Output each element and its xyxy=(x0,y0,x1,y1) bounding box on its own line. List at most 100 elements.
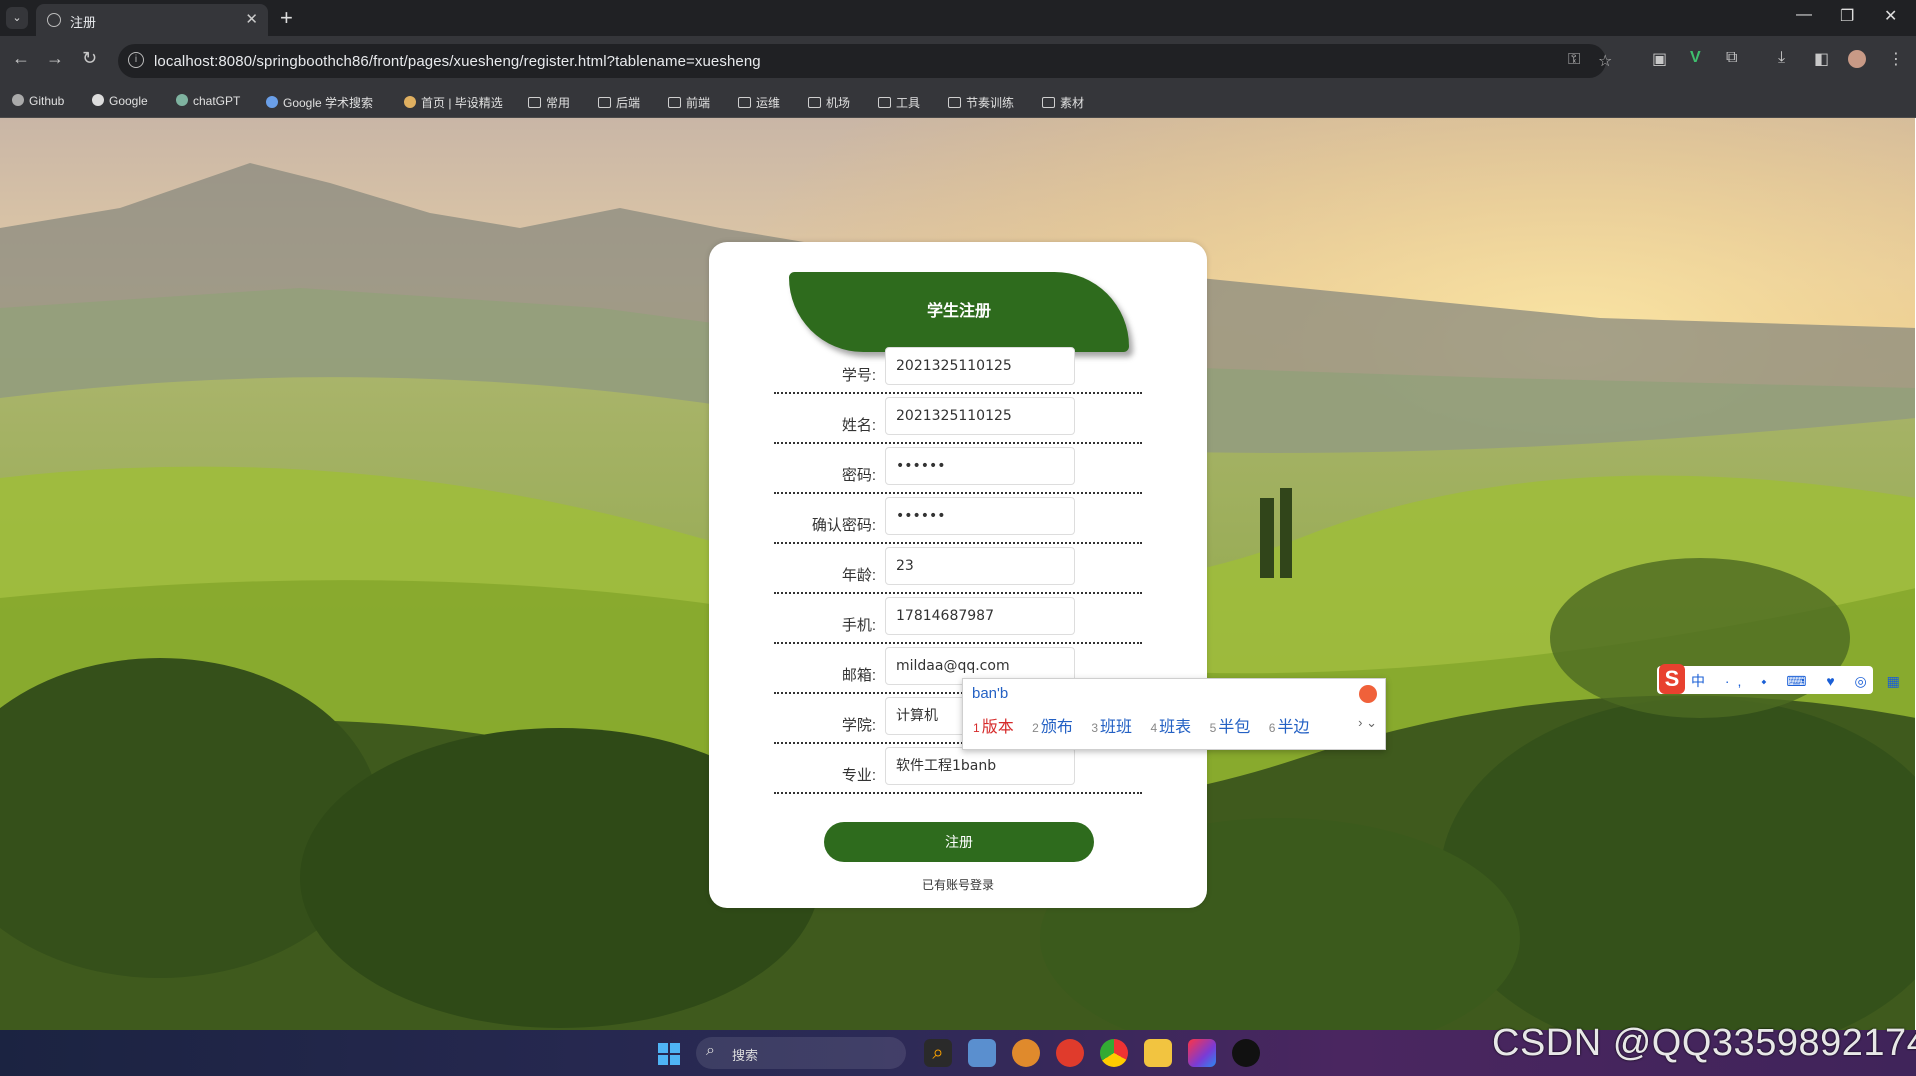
browser-toolbar: ← → ↻ i localhost:8080/springboothch86/f… xyxy=(0,36,1916,86)
github-icon xyxy=(12,94,24,106)
field-label: 学院: xyxy=(841,717,876,734)
ime-skin-icon[interactable] xyxy=(1359,685,1377,703)
field-password: 密码: •••••• xyxy=(774,444,1142,494)
ime-candidate[interactable]: 4 班表 xyxy=(1150,719,1191,736)
intellij-icon[interactable] xyxy=(1188,1039,1216,1067)
bookmark-folder-common[interactable]: 常用 xyxy=(528,94,570,111)
file-explorer-icon[interactable] xyxy=(1144,1039,1172,1067)
vue-devtools-icon[interactable]: V xyxy=(1690,49,1701,67)
app-icon[interactable] xyxy=(1012,1039,1040,1067)
ime-candidate[interactable]: 3 班班 xyxy=(1091,719,1132,736)
search-icon: ⌕ xyxy=(706,1042,715,1059)
sogou-logo-icon[interactable]: S xyxy=(1659,664,1685,694)
bookmark-folder-backend[interactable]: 后端 xyxy=(598,94,640,111)
major-input[interactable]: 软件工程1banb xyxy=(885,747,1075,785)
sidepanel-icon[interactable]: ◧ xyxy=(1814,49,1829,69)
ime-composition: ban'b xyxy=(972,685,1009,702)
ime-candidate-window: ban'b 1 版本 2 颁布 3 班班 4 班表 5 半包 6 半边 › ⌄ xyxy=(962,678,1386,750)
csdn-watermark: CSDN @QQ3359892174 xyxy=(1492,1022,1916,1064)
key-icon[interactable]: ⚿ xyxy=(1568,51,1580,69)
field-label: 手机: xyxy=(841,617,876,634)
bookmark-google[interactable]: Google xyxy=(92,94,148,108)
folder-icon xyxy=(528,97,541,108)
bookmark-folder-frontend[interactable]: 前端 xyxy=(668,94,710,111)
folder-icon xyxy=(878,97,891,108)
bookmark-scholar[interactable]: Google 学术搜索 xyxy=(266,94,373,111)
field-label: 年龄: xyxy=(841,567,876,584)
download-icon[interactable]: ⤓ xyxy=(1778,49,1785,67)
bookmark-chatgpt[interactable]: chatGPT xyxy=(176,94,240,108)
address-bar[interactable]: i localhost:8080/springboothch86/front/p… xyxy=(118,44,1612,78)
close-icon[interactable]: ✕ xyxy=(245,10,258,28)
age-input[interactable]: 23 xyxy=(885,547,1075,585)
ime-candidate[interactable]: 5 半包 xyxy=(1210,719,1251,736)
field-confirm-password: 确认密码: •••••• xyxy=(774,494,1142,544)
ime-candidates: 1 版本 2 颁布 3 班班 4 班表 5 半包 6 半边 xyxy=(973,713,1323,737)
folder-icon xyxy=(668,97,681,108)
tab-search-icon[interactable]: ⌄ xyxy=(6,7,28,29)
login-link[interactable]: 已有账号登录 xyxy=(709,876,1207,893)
student-id-input[interactable]: 2021325110125 xyxy=(885,347,1075,385)
avatar[interactable] xyxy=(1848,50,1866,68)
folder-icon xyxy=(738,97,751,108)
everything-search-icon[interactable]: ⌕ xyxy=(924,1039,952,1067)
back-icon[interactable]: ← xyxy=(12,48,30,69)
bookmark-folder-rhythm[interactable]: 节奏训练 xyxy=(948,94,1014,111)
field-label: 密码: xyxy=(841,467,876,484)
name-input[interactable]: 2021325110125 xyxy=(885,397,1075,435)
extension-icon[interactable]: ▣ xyxy=(1652,49,1667,69)
bookmark-bishe[interactable]: 首页 | 毕设精选 xyxy=(404,94,503,111)
field-label: 姓名: xyxy=(841,417,876,434)
restore-icon[interactable]: ❐ xyxy=(1840,6,1854,26)
windows-start-icon[interactable] xyxy=(658,1043,680,1065)
taskbar-search-placeholder: 搜索 xyxy=(732,1048,759,1063)
password-input[interactable]: •••••• xyxy=(885,447,1075,485)
field-major: 专业: 软件工程1banb xyxy=(774,744,1142,794)
new-tab-icon[interactable]: + xyxy=(280,5,293,31)
ime-candidate[interactable]: 1 版本 xyxy=(973,719,1014,736)
chrome-icon[interactable] xyxy=(1100,1039,1128,1067)
field-label: 专业: xyxy=(841,767,876,784)
confirm-password-input[interactable]: •••••• xyxy=(885,497,1075,535)
field-phone: 手机: 17814687987 xyxy=(774,594,1142,644)
taskbar-search[interactable]: ⌕ 搜索 xyxy=(696,1037,906,1069)
tab-register[interactable]: 注册 ✕ xyxy=(36,4,268,36)
globe-icon xyxy=(47,13,61,27)
star-icon[interactable]: ☆ xyxy=(1598,51,1612,71)
ime-toolbar[interactable]: S 中 ·, ⬩ ⌨ ♥ ◎ ▦ ⚙ xyxy=(1657,664,1916,694)
minimize-icon[interactable]: — xyxy=(1796,6,1812,24)
field-label: 确认密码: xyxy=(811,517,876,534)
page-viewport: 学生注册 学号: 2021325110125 姓名: 2021325110125… xyxy=(0,118,1916,1030)
bookmark-github[interactable]: Github xyxy=(12,94,64,108)
reload-icon[interactable]: ↻ xyxy=(82,48,97,69)
close-window-icon[interactable]: ✕ xyxy=(1884,6,1897,26)
ime-candidate[interactable]: 2 颁布 xyxy=(1032,719,1073,736)
bookmark-folder-ops[interactable]: 运维 xyxy=(738,94,780,111)
chevron-right-icon[interactable]: › ⌄ xyxy=(1358,715,1377,731)
bookmark-folder-airport[interactable]: 机场 xyxy=(808,94,850,111)
scholar-icon xyxy=(266,96,278,108)
ime-candidate[interactable]: 6 半边 xyxy=(1269,719,1310,736)
register-card: 学生注册 学号: 2021325110125 姓名: 2021325110125… xyxy=(709,242,1207,908)
tab-bar: ⌄ 注册 ✕ + — ❐ ✕ xyxy=(0,0,1916,36)
bookmark-folder-material[interactable]: 素材 xyxy=(1042,94,1084,111)
app-icon-red[interactable] xyxy=(1056,1039,1084,1067)
url-text[interactable]: localhost:8080/springboothch86/front/pag… xyxy=(154,53,761,70)
site-icon xyxy=(404,96,416,108)
site-info-icon[interactable]: i xyxy=(128,52,144,68)
menu-icon[interactable]: ⋮ xyxy=(1888,49,1904,69)
ime-toolbar-items[interactable]: 中 ·, ⬩ ⌨ ♥ ◎ ▦ ⚙ xyxy=(1691,671,1916,691)
bookmark-folder-tools[interactable]: 工具 xyxy=(878,94,920,111)
bookmarks-bar: Github Google chatGPT Google 学术搜索 首页 | 毕… xyxy=(0,86,1916,118)
phone-input[interactable]: 17814687987 xyxy=(885,597,1075,635)
field-age: 年龄: 23 xyxy=(774,544,1142,594)
mail-app-icon[interactable] xyxy=(968,1039,996,1067)
puzzle-icon[interactable]: ⧉ xyxy=(1726,49,1737,67)
field-student-id: 学号: 2021325110125 xyxy=(774,344,1142,394)
tab-title: 注册 xyxy=(70,15,97,30)
qq-icon[interactable] xyxy=(1232,1039,1260,1067)
google-icon xyxy=(92,94,104,106)
field-name: 姓名: 2021325110125 xyxy=(774,394,1142,444)
forward-icon[interactable]: → xyxy=(46,48,64,69)
register-button[interactable]: 注册 xyxy=(824,822,1094,862)
